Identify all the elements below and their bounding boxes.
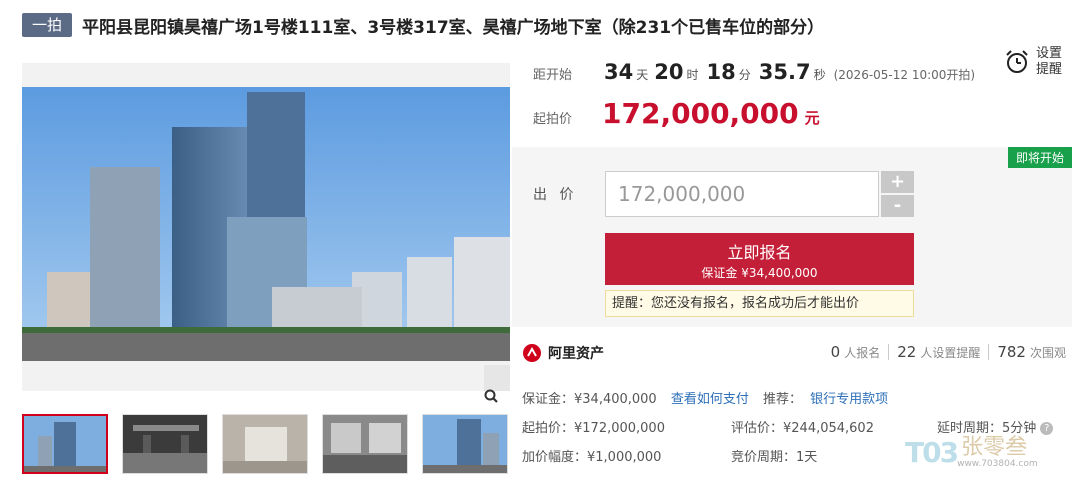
decrease-bid-button[interactable]: - (881, 195, 914, 217)
countdown-hours: 20 (654, 60, 684, 84)
watermark-name: 张零叁 (961, 434, 1028, 460)
info-appraisal-price: 评估价：¥244,054,602 (731, 421, 874, 436)
watermark-logo: T03 (905, 436, 959, 469)
building-photo (22, 87, 510, 361)
thumbnail-4[interactable] (322, 414, 408, 474)
ali-asset-logo-icon (523, 344, 541, 362)
thumbnail-2[interactable] (122, 414, 208, 474)
bid-amount-input[interactable]: 172,000,000 (605, 171, 879, 217)
view-label: 次围观 (1029, 345, 1066, 360)
auction-round-badge: 一拍 (22, 13, 73, 37)
countdown-minutes-unit: 分 (738, 68, 751, 82)
signup-deposit-label: 保证金 ¥34,400,000 (701, 266, 818, 280)
brand-name: 阿里资产 (548, 346, 604, 362)
info-bid-cycle: 竞价周期：1天 (731, 450, 818, 465)
set-reminder-label: 设置提醒 (1036, 46, 1063, 77)
set-reminder-button[interactable]: 设置提醒 (1004, 46, 1066, 78)
signup-button-label: 立即报名 (727, 243, 792, 262)
countdown-minutes: 18 (706, 60, 736, 84)
auction-stats: 0 人报名 22 人设置提醒 782 次围观 (831, 343, 1066, 361)
page-title: 平阳县昆阳镇昊禧广场1号楼111室、3号楼317室、昊禧广场地下室（除231个已… (82, 17, 825, 38)
bank-account-link[interactable]: 银行专用款项 (810, 392, 888, 407)
zoom-button[interactable] (484, 365, 510, 403)
deposit-info: 保证金：¥34,400,000 (522, 392, 657, 407)
watermark-url: www.703804.com (957, 458, 1038, 469)
info-start-price: 起拍价：¥172,000,000 (522, 421, 665, 436)
thumbnail-5[interactable] (422, 414, 508, 474)
countdown-label: 距开始 (533, 68, 573, 83)
status-badge: 即将开始 (1007, 147, 1072, 168)
ali-asset-brand: 阿里资产 (522, 343, 604, 363)
main-image-viewer[interactable] (22, 63, 510, 403)
auction-open-time: (2026-05-12 10:00开拍) (833, 68, 976, 82)
start-price-value: 172,000,000 (602, 97, 799, 130)
view-count: 782 (997, 343, 1026, 361)
watermark: T03 张零叁 www.703804.com (905, 436, 1038, 469)
increase-bid-button[interactable]: + (881, 171, 914, 193)
bid-label: 出 价 (533, 187, 578, 203)
stat-divider (988, 344, 990, 360)
countdown-row: 距开始 34 天 20 时 18 分 35.7 秒 (2026-05-12 10… (533, 60, 975, 84)
start-price-label: 起拍价 (533, 112, 573, 127)
signup-tip: 提醒：您还没有报名，报名成功后才能出价 (605, 290, 914, 317)
thumbnail-3[interactable] (222, 414, 308, 474)
alarm-clock-icon (1006, 50, 1028, 73)
registered-count: 0 (830, 343, 841, 361)
info-delay-period: 延时周期：5分钟 (937, 421, 1037, 436)
registered-label: 人报名 (844, 345, 881, 360)
start-price-row: 起拍价 172,000,000 元 (533, 97, 820, 130)
recommend-label: 推荐： (763, 392, 803, 407)
deposit-info-row: 保证金：¥34,400,000 查看如何支付 推荐： 银行专用款项 (522, 388, 888, 407)
bid-panel: 即将开始 出 价 172,000,000 + - 立即报名 保证金 ¥34,40… (512, 147, 1072, 327)
countdown-hours-unit: 时 (686, 68, 699, 82)
reminder-count: 22 (897, 343, 917, 361)
stat-divider (888, 344, 890, 360)
magnifier-icon (484, 389, 498, 403)
start-price-unit: 元 (804, 109, 820, 127)
title-row: 一拍 平阳县昆阳镇昊禧广场1号楼111室、3号楼317室、昊禧广场地下室（除23… (22, 12, 824, 38)
how-to-pay-link[interactable]: 查看如何支付 (671, 392, 749, 407)
thumbnail-strip (22, 414, 508, 474)
countdown-days-unit: 天 (636, 68, 649, 82)
info-increment: 加价幅度：¥1,000,000 (522, 450, 662, 465)
countdown-days: 34 (604, 60, 634, 84)
reminder-label: 人设置提醒 (920, 345, 981, 360)
thumbnail-1[interactable] (22, 414, 108, 474)
countdown-seconds: 35.7 (758, 60, 811, 84)
signup-button[interactable]: 立即报名 保证金 ¥34,400,000 (605, 233, 914, 285)
countdown-seconds-unit: 秒 (813, 68, 826, 82)
help-icon[interactable]: ? (1040, 422, 1054, 435)
info-delay-row: 延时周期：5分钟? (937, 417, 1054, 436)
